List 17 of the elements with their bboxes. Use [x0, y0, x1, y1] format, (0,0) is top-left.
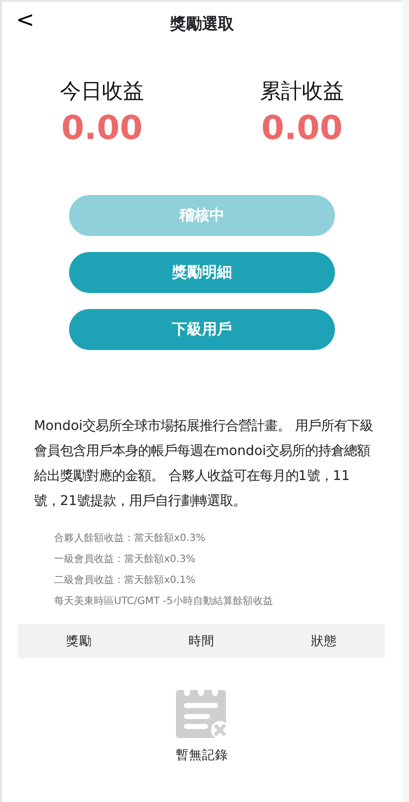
empty-text: 暫無記錄	[176, 746, 228, 764]
column-header: 時間	[188, 632, 214, 648]
column-header: 狀態	[310, 632, 337, 648]
rule-text: 二級會員收益：當天餘額x0.1%	[54, 574, 196, 588]
column-header: 獎勵	[66, 632, 92, 648]
rule-text: 每天美東時區UTC/GMT -5小時自動結算餘額收益	[54, 594, 274, 610]
action-button[interactable]: 下級用戶	[69, 309, 335, 350]
rule-text: 一級會員收益：當天餘額x0.3%	[54, 552, 196, 568]
stat-label: 今日收益	[59, 78, 145, 105]
rule-text: 合夥人餘額收益：當天餘額x0.3%	[54, 532, 206, 546]
back-button[interactable]: <	[16, 10, 34, 32]
action-button[interactable]: 獎勵明細	[69, 252, 335, 294]
stat-value: 0.00	[260, 108, 344, 148]
description-text: Mondoi交易所全球市場拓展推行合營計畫。 用戶所有下級會員包含用戶本身的帳戶每週在mondoi交易所的持倉總額給出獎勵對應的金額。 合夥人收益可在每月的1號，11號，21號提款，用戶自行劃轉選取。	[33, 418, 374, 512]
stat-label: 累計收益	[259, 78, 345, 105]
stat-value: 0.00	[60, 108, 144, 148]
page-title: 獎勵選取	[170, 13, 234, 35]
